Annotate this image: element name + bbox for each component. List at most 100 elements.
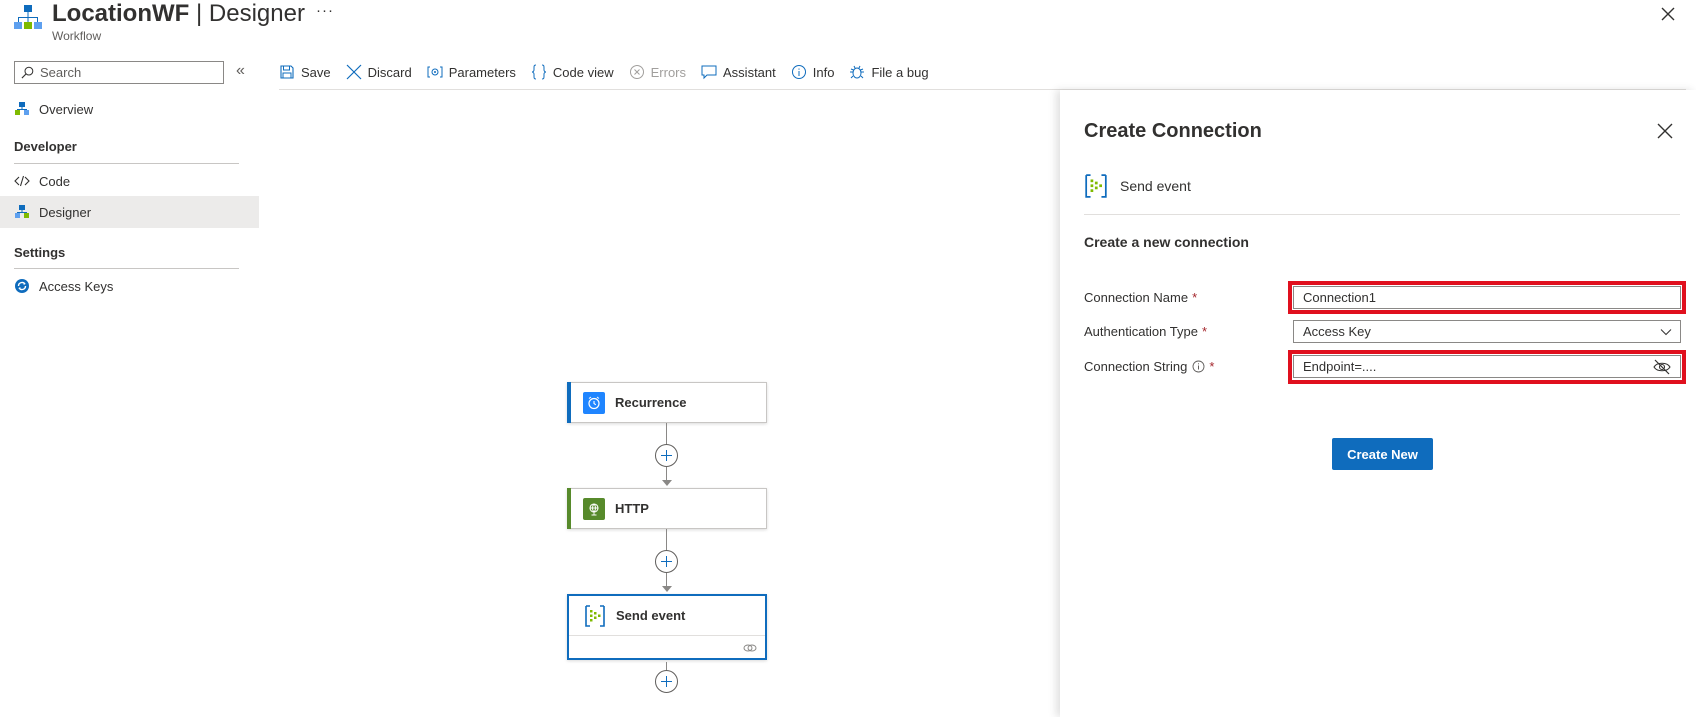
panel-divider [1084,214,1680,215]
required-marker: * [1192,290,1198,305]
designer-toolbar: Save Discard Parameters Code view Errors… [279,58,944,86]
sidebar-item-label: Designer [39,204,92,220]
node-label: HTTP [615,501,649,516]
overview-icon [14,101,30,117]
insert-step-button[interactable] [655,444,678,467]
close-panel-icon[interactable] [1656,122,1674,140]
sidebar-item-label: Access Keys [39,278,114,294]
section-divider [14,268,239,269]
field-label-text: Connection Name [1084,290,1189,305]
connection-string-label: Connection String * [1084,359,1214,374]
sidebar-item-overview[interactable]: Overview [0,94,259,124]
workflow-node-send-event[interactable]: Send event [567,594,767,660]
auth-type-label: Authentication Type * [1084,324,1207,339]
auth-type-dropdown[interactable]: Access Key [1293,320,1681,343]
connector-arrow [662,586,672,592]
clock-icon [583,391,605,414]
event-hub-icon [1085,174,1107,198]
save-icon [280,65,294,79]
create-new-button[interactable]: Create New [1332,438,1433,470]
auth-type-value: Access Key [1303,324,1371,339]
required-marker: * [1201,324,1208,339]
insert-step-button[interactable] [655,550,678,573]
errors-button[interactable]: Errors [629,64,686,80]
required-marker: * [1209,359,1215,374]
sidebar-item-designer[interactable]: Designer [0,196,259,228]
close-blade-icon[interactable] [1656,2,1680,26]
file-bug-button[interactable]: File a bug [849,64,929,80]
info-icon [791,65,806,79]
node-label: Send event [616,608,686,623]
braces-icon [531,64,546,80]
errors-label: Errors [650,64,687,80]
panel-title: Create Connection [1084,120,1262,142]
sidebar-item-code[interactable]: Code [0,166,259,196]
connection-string-field[interactable] [1293,355,1681,378]
search-input[interactable] [40,65,210,80]
discard-icon [346,64,362,80]
discard-button[interactable]: Discard [346,64,412,80]
info-label: Info [812,64,835,80]
connection-string-input[interactable] [1303,359,1623,374]
page-header: LocationWF | Designer Workflow ··· [0,0,1696,48]
event-hub-icon [584,604,606,627]
bug-icon [850,65,865,79]
info-icon[interactable] [1192,360,1205,373]
sidebar-item-label: Code [39,173,71,189]
file-bug-label: File a bug [871,64,929,80]
parameters-label: Parameters [448,64,516,80]
designer-icon [14,204,30,220]
app-name: LocationWF [52,0,190,27]
insert-step-button[interactable] [655,670,678,693]
access-keys-icon [14,278,30,294]
node-accent-bar [567,488,571,529]
connection-name-label: Connection Name * [1084,290,1197,305]
node-connector [666,467,667,480]
field-label-text: Authentication Type [1084,324,1198,339]
workflow-node-recurrence[interactable]: Recurrence [567,382,767,423]
chevron-down-icon [1660,329,1672,336]
sidebar-item-access-keys[interactable]: Access Keys [0,271,259,301]
collapse-sidebar-button[interactable]: « [236,62,245,80]
section-developer: Developer [14,139,77,154]
info-button[interactable]: Info [791,64,835,80]
error-icon [629,65,644,79]
hide-password-icon[interactable] [1653,359,1671,375]
panel-operation: Send event [1084,174,1191,198]
connection-name-field[interactable] [1293,286,1681,309]
code-view-label: Code view [552,64,614,80]
link-icon [743,644,757,652]
field-label-text: Connection String [1084,359,1188,374]
section-divider [14,163,239,164]
parameters-button[interactable]: Parameters [427,64,516,80]
page-subtitle: Workflow [52,29,102,43]
node-label: Recurrence [615,395,687,410]
chat-icon [701,65,717,80]
code-view-button[interactable]: Code view [531,64,614,80]
workflow-node-http[interactable]: HTTP [567,488,767,529]
section-settings: Settings [14,245,66,260]
node-connector [666,573,667,586]
assistant-label: Assistant [723,64,776,80]
search-icon [21,66,34,79]
save-label: Save [301,64,331,80]
create-connection-panel: Create Connection Send event Create a ne… [1060,90,1696,717]
view-name: Designer [208,0,305,27]
sidebar-search-box[interactable] [14,61,224,84]
panel-subtitle: Create a new connection [1084,234,1249,250]
save-button[interactable]: Save [279,64,331,80]
workflow-icon [14,5,42,29]
title-separator: | [189,0,209,27]
connector-arrow [662,480,672,486]
globe-icon [583,497,605,520]
parameters-icon [427,66,443,78]
assistant-button[interactable]: Assistant [701,64,776,80]
code-icon [14,173,30,189]
more-options-button[interactable]: ··· [316,2,334,19]
connection-name-input[interactable] [1303,290,1623,305]
page-title: LocationWF | Designer [52,0,305,28]
node-header: Send event [569,596,765,636]
node-accent-bar [567,382,571,423]
discard-label: Discard [367,64,412,80]
sidebar-item-label: Overview [39,101,94,117]
